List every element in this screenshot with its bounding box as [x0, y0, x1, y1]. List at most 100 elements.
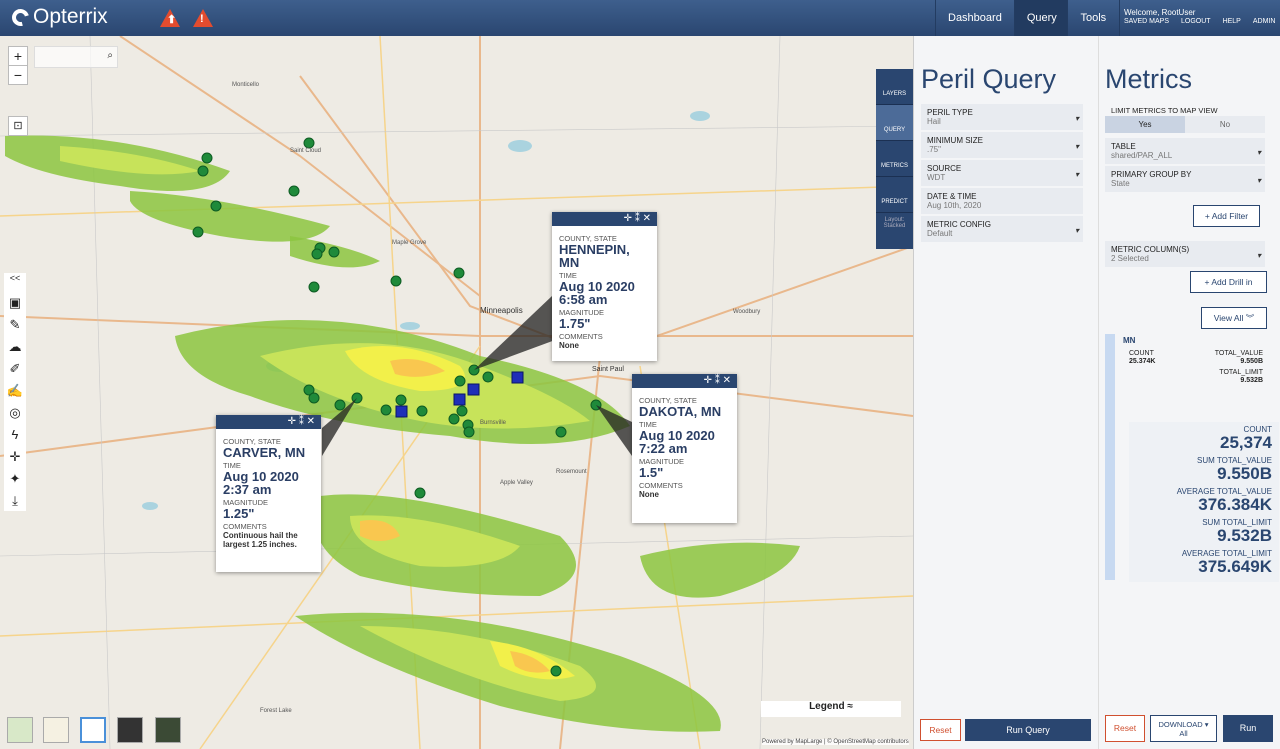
summary-value: 25,374 [1220, 433, 1272, 452]
map-search-input[interactable]: ⌕ [34, 46, 118, 68]
collapse-toolbar-button[interactable]: << [10, 273, 21, 291]
basemap-thumb[interactable] [7, 717, 33, 743]
basemap-thumb[interactable] [155, 717, 181, 743]
place-label: Minneapolis [480, 306, 523, 315]
date-time-field[interactable]: DATE & TIME Aug 10th, 2020 [921, 188, 1083, 214]
main-nav: Dashboard Query Tools [935, 0, 1120, 36]
search-icon: ⌕ [107, 50, 113, 61]
map-attribution: Powered by MapLarge | © OpenStreetMap co… [762, 739, 909, 745]
run-metrics-button[interactable]: Run [1223, 715, 1273, 742]
panel-title: Metrics [1105, 64, 1192, 94]
add-filter-button[interactable]: + Add Filter [1193, 205, 1260, 227]
add-drill-button[interactable]: + Add Drill in [1190, 271, 1267, 293]
primary-group-select[interactable]: PRIMARY GROUP BY State ▾ [1105, 166, 1265, 192]
summary-value: 376.384K [1198, 495, 1272, 514]
minimum-size-select[interactable]: MINIMUM SIZE .75" ▾ [921, 132, 1083, 158]
tab-layers[interactable]: LAYERS [876, 69, 913, 105]
chevron-down-icon: ▾ [1074, 114, 1079, 123]
download-button[interactable]: DOWNLOAD ▾ All [1150, 715, 1217, 742]
cloud-icon[interactable]: ☁ [9, 339, 22, 357]
place-label: Maple Grove [392, 240, 427, 246]
place-label: Woodbury [733, 309, 761, 315]
place-label: Saint Cloud [290, 148, 322, 154]
app-logo[interactable]: Opterrix [8, 5, 108, 29]
lightning-icon[interactable]: ϟ [12, 427, 19, 445]
metric-card-mn[interactable]: MN COUNT 25.374K TOTAL_VALUE 9.550B TOTA… [1123, 336, 1269, 420]
saved-maps-link[interactable]: SAVED MAPS [1124, 18, 1169, 25]
place-label: Saint Paul [592, 366, 624, 373]
metric-config-select[interactable]: METRIC CONFIG Default ▾ [921, 216, 1083, 242]
peril-type-select[interactable]: PERIL TYPE Hail ▾ [921, 104, 1083, 130]
logout-link[interactable]: LOGOUT [1181, 18, 1211, 25]
tab-metrics[interactable]: METRICS [876, 141, 913, 177]
map-view[interactable]: Saint Cloud Monticello Maple Grove Minne… [0, 36, 913, 749]
nav-tools[interactable]: Tools [1066, 0, 1120, 36]
twitter-icon[interactable]: ✦ [10, 471, 21, 489]
popup-controls[interactable]: ✛ ⁑ ✕ [552, 212, 657, 226]
popup-county: CARVER, MN [223, 445, 306, 460]
place-label: Forest Lake [260, 708, 292, 714]
basemap-thumb[interactable] [43, 717, 69, 743]
peril-fields: PERIL TYPE Hail ▾ MINIMUM SIZE .75" ▾ SOURCE… [921, 102, 1083, 242]
chevron-down-icon: ▾ [1256, 251, 1261, 260]
metrics-reset-button[interactable]: Reset [1105, 715, 1145, 742]
tab-predict[interactable]: PREDICT [876, 177, 913, 213]
chevron-down-icon: ▾ [1256, 176, 1261, 185]
hail-report-popup: ✛ ⁑ ✕ COUNTY, STATE DAKOTA, MN TIME Aug … [632, 374, 737, 523]
hail-report-popup: ✛ ⁑ ✕ COUNTY, STATE HENNEPIN, MN TIME Au… [552, 212, 657, 361]
metric-bar [1105, 334, 1115, 580]
legend-toggle[interactable]: Legend ≈ [761, 701, 901, 717]
place-label: Rosemount [556, 469, 587, 475]
map-canvas [0, 36, 913, 749]
basemap-thumb[interactable] [80, 717, 106, 743]
limit-no-toggle[interactable]: No [1185, 116, 1265, 133]
zoom-out-button[interactable]: − [8, 65, 28, 85]
wrench-icon[interactable]: ✎ [10, 317, 21, 335]
nav-dashboard[interactable]: Dashboard [935, 0, 1014, 36]
run-query-button[interactable]: Run Query [965, 719, 1091, 741]
metrics-summary: COUNT 25,374 SUM TOTAL_VALUE 9.550B AVER… [1129, 422, 1279, 582]
summary-value: 9.550B [1217, 464, 1272, 483]
edit-icon[interactable]: ✍ [7, 383, 23, 401]
chevron-down-icon: ▾ [1074, 170, 1079, 179]
chevron-down-icon: ▾ [1074, 142, 1079, 151]
source-select[interactable]: SOURCE WDT ▾ [921, 160, 1083, 186]
basemap-thumb[interactable] [117, 717, 143, 743]
table-select[interactable]: TABLE shared/PAR_ALL ▾ [1105, 138, 1265, 164]
map-toolbar: << ▣ ✎ ☁ ✐ ✍ ◎ ϟ ✛ ✦ ⤓ [4, 273, 26, 511]
metric-columns-select[interactable]: METRIC COLUMN(S) 2 Selected ▾ [1105, 241, 1265, 267]
admin-link[interactable]: ADMIN [1253, 18, 1276, 25]
hail-report-popup: ✛ ⁑ ✕ COUNTY, STATE CARVER, MN TIME Aug … [216, 415, 321, 572]
logo-icon [8, 5, 33, 29]
summary-value: 375.649K [1198, 557, 1272, 576]
popup-county: DAKOTA, MN [639, 404, 722, 419]
popup-controls[interactable]: ✛ ⁑ ✕ [216, 415, 321, 429]
zoom-box-icon[interactable]: ⊡ [8, 116, 28, 136]
chevron-down-icon: ▾ [1074, 226, 1079, 235]
peril-query-panel: Peril Query PERIL TYPE Hail ▾ MINIMUM SIZE… [913, 36, 1098, 749]
place-label: Burnsville [480, 420, 507, 426]
alert-warning-icon[interactable]: ! [193, 9, 213, 27]
popup-county: HENNEPIN, MN [559, 242, 630, 270]
popup-controls[interactable]: ✛ ⁑ ✕ [632, 374, 737, 388]
top-bar: Opterrix ⬆ ! Dashboard Query Tools Welco… [0, 0, 1280, 36]
place-label: Apple Valley [500, 480, 533, 486]
save-icon[interactable]: ▣ [9, 295, 21, 313]
peril-reset-button[interactable]: Reset [920, 719, 961, 741]
download-icon[interactable]: ⤓ [12, 493, 18, 511]
zoom-in-button[interactable]: + [8, 46, 28, 66]
crosshair-icon[interactable]: ✛ [10, 449, 21, 467]
globe-icon[interactable]: ◎ [9, 405, 20, 423]
layout-toggle[interactable]: Layout: Stacked [876, 213, 913, 249]
nav-query[interactable]: Query [1013, 0, 1067, 36]
help-link[interactable]: HELP [1223, 18, 1241, 25]
map-side-tabs: LAYERS QUERY METRICS PREDICT Layout: Stac… [876, 69, 913, 249]
tab-query[interactable]: QUERY [876, 105, 913, 141]
upload-warning-icon[interactable]: ⬆ [160, 9, 180, 27]
chevron-down-icon: ▾ [1256, 148, 1261, 157]
place-label: Monticello [232, 82, 260, 88]
view-all-button[interactable]: View All ︾ [1201, 307, 1267, 329]
user-links: SAVED MAPS LOGOUT HELP ADMIN [1124, 18, 1275, 25]
limit-yes-toggle[interactable]: Yes [1105, 116, 1185, 133]
draw-icon[interactable]: ✐ [10, 361, 21, 379]
